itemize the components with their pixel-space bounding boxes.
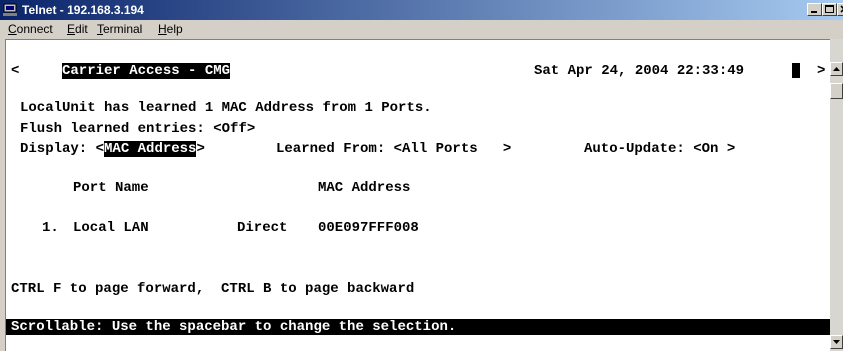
flush-label: Flush learned entries: [20, 121, 214, 137]
maximize-icon [825, 5, 834, 13]
learned-from-field[interactable]: <All Ports > [394, 141, 512, 157]
title-bar[interactable]: Telnet - 192.168.3.194 [0, 0, 843, 20]
display-field-open: < [95, 141, 105, 157]
minimize-icon [811, 11, 817, 13]
datetime: Sat Apr 24, 2004 22:33:49 [534, 63, 745, 79]
status-line: Scrollable: Use the spacebar to change t… [11, 319, 457, 335]
row-connection-type: Direct [237, 220, 288, 236]
arrow-down-icon [833, 340, 840, 344]
auto-update-row: Auto-Update: <On > [584, 141, 735, 157]
flush-row: Flush learned entries: <Off> [20, 121, 255, 137]
window-title: Telnet - 192.168.3.194 [22, 3, 144, 17]
paging-hint: CTRL F to page forward, CTRL B to page b… [11, 281, 415, 297]
terminal-screen[interactable]: < Carrier Access - CMG Sat Apr 24, 2004 … [5, 39, 831, 351]
vertical-scrollbar[interactable] [830, 39, 843, 351]
display-field-close: > [196, 141, 205, 157]
telnet-window: Telnet - 192.168.3.194 Connect Edit Term… [0, 0, 843, 351]
menu-edit[interactable]: Edit [67, 22, 88, 37]
auto-update-label: Auto-Update: [584, 141, 694, 157]
learned-from-label: Learned From: [276, 141, 394, 157]
auto-update-field[interactable]: <On > [693, 141, 735, 157]
display-row: Display: <MAC Address> [20, 141, 205, 157]
header-title: Carrier Access - CMG [62, 63, 231, 79]
menu-terminal[interactable]: Terminal [97, 22, 142, 37]
row-index: 1. [42, 220, 59, 236]
display-field[interactable]: MAC Address [104, 141, 197, 157]
menu-bar: Connect Edit Terminal Help [0, 20, 843, 39]
scroll-up-button[interactable] [830, 62, 843, 76]
flush-field[interactable]: <Off> [213, 121, 255, 137]
row-port-name: Local LAN [73, 220, 149, 236]
text-cursor [792, 63, 800, 78]
row-mac-address: 00E097FFF008 [318, 220, 419, 236]
scroll-down-button[interactable] [830, 335, 843, 349]
close-button[interactable] [837, 3, 843, 16]
maximize-button[interactable] [822, 3, 837, 16]
back-arrow[interactable]: < [11, 63, 19, 79]
learned-status-line: LocalUnit has learned 1 MAC Address from… [20, 100, 432, 116]
arrow-up-icon [833, 67, 840, 71]
close-icon [840, 5, 843, 13]
scroll-thumb[interactable] [830, 83, 843, 99]
minimize-button[interactable] [807, 3, 822, 16]
menu-help[interactable]: Help [158, 22, 183, 37]
learned-from-row: Learned From: <All Ports > [276, 141, 511, 157]
telnet-app-icon [3, 3, 17, 16]
menu-connect[interactable]: Connect [8, 22, 53, 37]
column-header-mac-address: MAC Address [318, 180, 411, 196]
display-label: Display: [20, 141, 96, 157]
column-header-port-name: Port Name [73, 180, 149, 196]
forward-arrow[interactable]: > [817, 63, 825, 79]
